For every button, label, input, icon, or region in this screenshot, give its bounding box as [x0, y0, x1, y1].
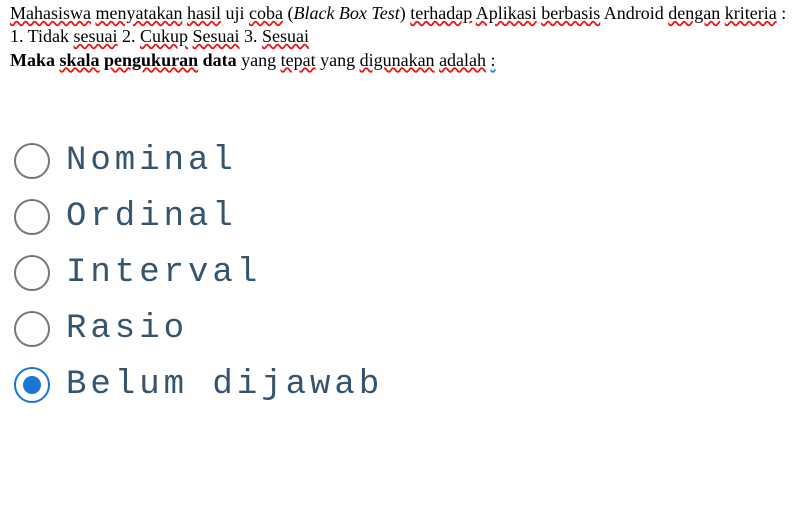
question-segment: pengukuran [104, 50, 198, 70]
question-segment: yang [316, 50, 360, 70]
option-label: Ordinal [66, 198, 237, 236]
option-opt-ordinal[interactable]: Ordinal [14, 198, 803, 236]
question-text: Mahasiswa menyatakan hasil uji coba (Bla… [0, 0, 803, 72]
question-segment: Cukup [140, 26, 188, 46]
question-segment: hasil [187, 3, 221, 23]
quiz-page: Mahasiswa menyatakan hasil uji coba (Bla… [0, 0, 803, 524]
option-opt-rasio[interactable]: Rasio [14, 310, 803, 348]
question-segment: menyatakan [95, 3, 182, 23]
question-segment: 2. [118, 26, 141, 46]
question-segment: dengan [668, 3, 720, 23]
question-segment: Android [600, 3, 668, 23]
question-segment: digunakan [360, 50, 435, 70]
radio-opt-rasio[interactable] [14, 311, 50, 347]
question-segment: : [491, 50, 496, 70]
option-label: Nominal [66, 142, 237, 180]
options-group: Nominal Ordinal Interval Rasio Belum dijawab [0, 142, 803, 404]
question-segment: kriteria [725, 3, 777, 23]
question-segment: Sesuai [193, 26, 240, 46]
radio-opt-nominal[interactable] [14, 143, 50, 179]
radio-opt-belum[interactable] [14, 367, 50, 403]
question-segment: 3. [240, 26, 263, 46]
option-opt-interval[interactable]: Interval [14, 254, 803, 292]
question-segment: adalah [439, 50, 486, 70]
option-opt-belum[interactable]: Belum dijawab [14, 366, 803, 404]
question-segment: data [198, 50, 241, 70]
question-segment: Aplikasi [476, 3, 537, 23]
question-segment: yang [241, 50, 281, 70]
option-label: Rasio [66, 310, 188, 348]
question-segment: terhadap [410, 3, 472, 23]
question-segment: ( [283, 3, 294, 23]
radio-opt-interval[interactable] [14, 255, 50, 291]
option-label: Interval [66, 254, 261, 292]
question-segment: skala [60, 50, 100, 70]
question-segment: coba [249, 3, 283, 23]
question-segment: Sesuai [262, 26, 309, 46]
question-segment: berbasis [541, 3, 600, 23]
radio-opt-ordinal[interactable] [14, 199, 50, 235]
question-segment: uji [221, 3, 249, 23]
question-segment: Black Box Test [293, 3, 399, 23]
question-segment: Mahasiswa [10, 3, 91, 23]
question-segment: ) [400, 3, 411, 23]
question-segment: sesuai [74, 26, 118, 46]
option-label: Belum dijawab [66, 366, 383, 404]
question-segment: tepat [281, 50, 316, 70]
question-segment: Maka [10, 50, 60, 70]
option-opt-nominal[interactable]: Nominal [14, 142, 803, 180]
